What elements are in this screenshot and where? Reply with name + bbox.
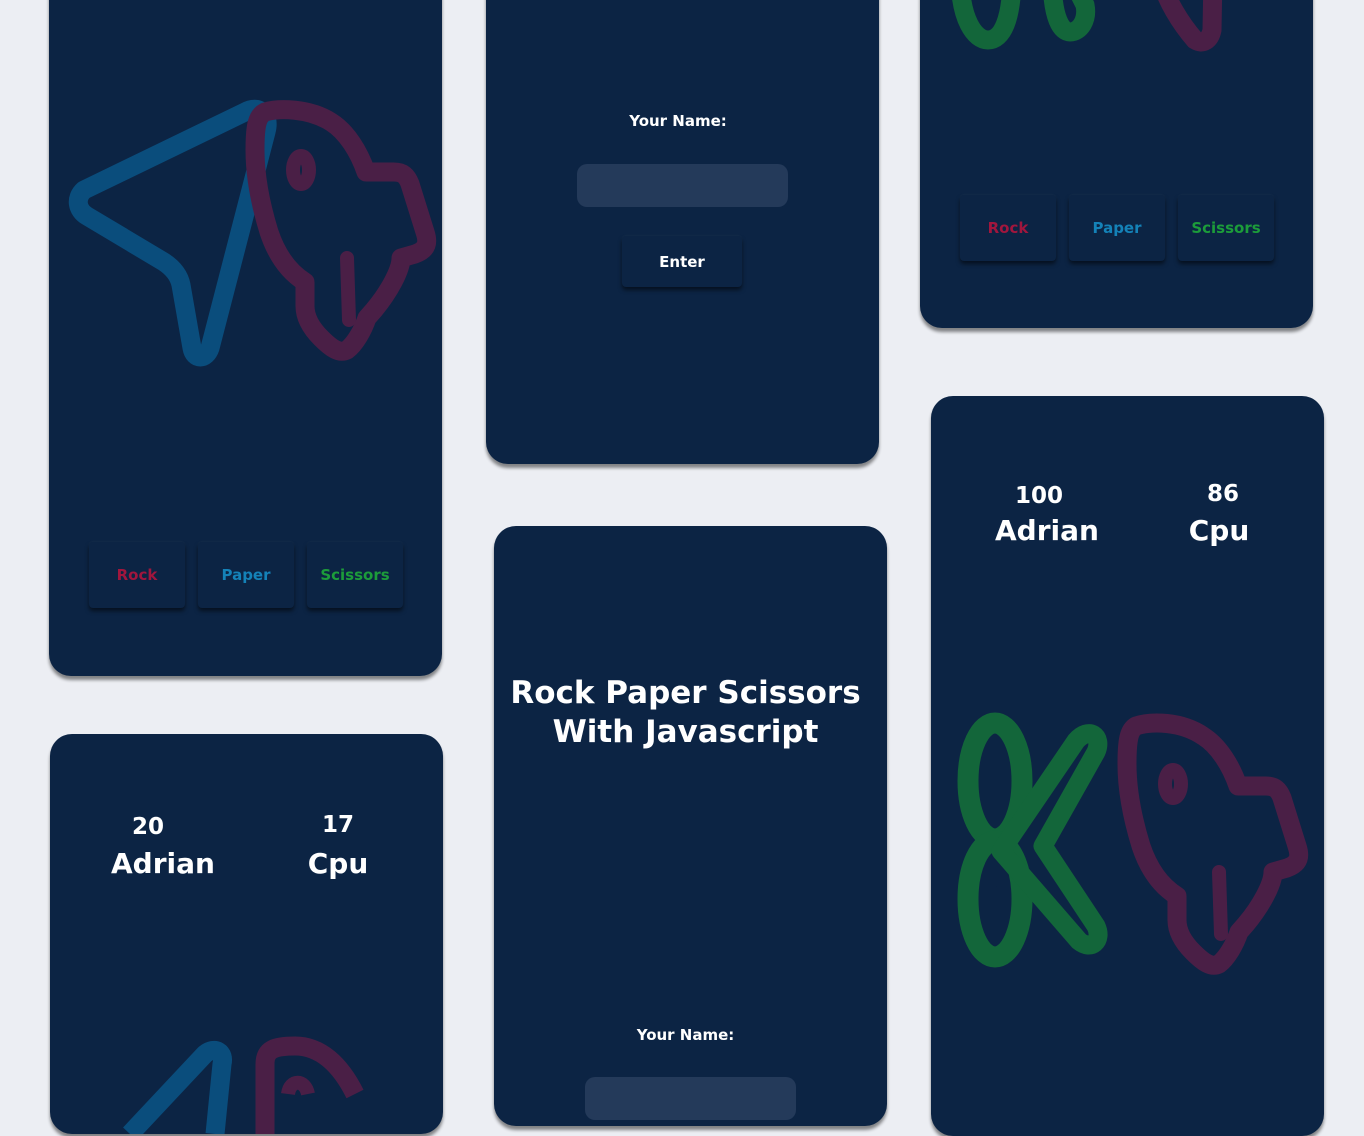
rock-button[interactable]: Rock bbox=[960, 195, 1056, 261]
page-title: Rock Paper Scissors With Javascript bbox=[494, 674, 877, 752]
intro-card: Rock Paper Scissors With Javascript Your… bbox=[494, 526, 887, 1126]
scissors-button[interactable]: Scissors bbox=[1178, 195, 1274, 261]
rocket-icon bbox=[1117, 713, 1309, 975]
enter-button[interactable]: Enter bbox=[622, 236, 742, 287]
name-entry-card: Your Name: Enter bbox=[486, 0, 879, 464]
paper-button[interactable]: Paper bbox=[198, 542, 294, 608]
rock-label: Rock bbox=[116, 566, 158, 584]
enter-label: Enter bbox=[659, 252, 705, 271]
scissors-label: Scissors bbox=[320, 566, 390, 584]
title-line-1: Rock Paper Scissors bbox=[510, 675, 861, 711]
scoreboard-card-large: 100 Adrian 86 Cpu bbox=[931, 396, 1324, 1136]
game-card-buttons: Rock Paper Scissors bbox=[920, 0, 1313, 328]
your-name-label: Your Name: bbox=[636, 1026, 735, 1044]
title-line-2: With Javascript bbox=[552, 714, 819, 750]
name-input[interactable] bbox=[585, 1077, 796, 1120]
scissors-label: Scissors bbox=[1191, 219, 1261, 237]
game-card-choices: Rock Paper Scissors bbox=[49, 0, 442, 676]
name-input[interactable] bbox=[577, 164, 788, 207]
rocket-icon bbox=[255, 1036, 364, 1134]
paper-label: Paper bbox=[1092, 219, 1142, 237]
paper-button[interactable]: Paper bbox=[1069, 195, 1165, 261]
rock-label: Rock bbox=[987, 219, 1029, 237]
scoreboard-card-small: 20 Adrian 17 Cpu bbox=[50, 734, 443, 1134]
rock-button[interactable]: Rock bbox=[89, 542, 185, 608]
rocket-icon bbox=[1158, 0, 1223, 52]
your-name-label: Your Name: bbox=[629, 112, 727, 130]
scissors-button[interactable]: Scissors bbox=[307, 542, 403, 608]
paper-label: Paper bbox=[221, 566, 271, 584]
